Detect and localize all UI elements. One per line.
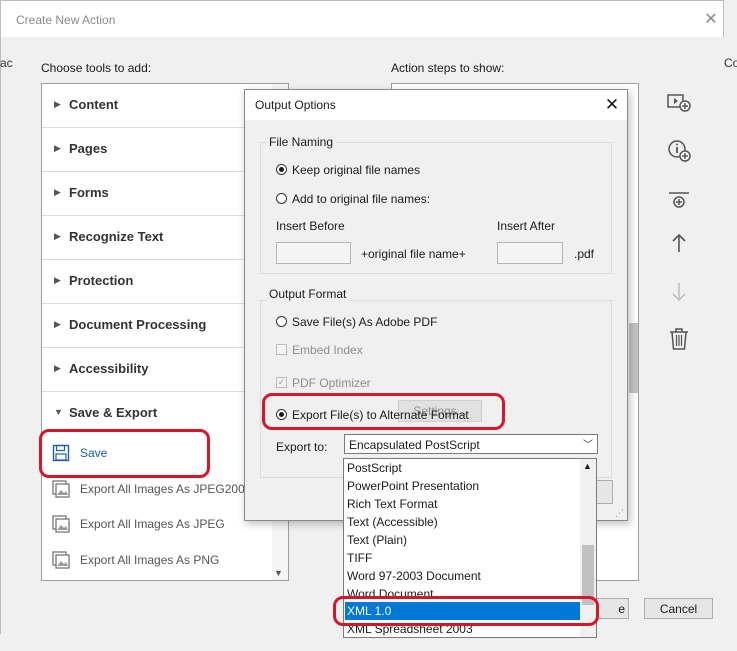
- add-divider-icon[interactable]: [665, 186, 693, 214]
- pdf-optimizer-checkbox: ✓: [276, 377, 287, 388]
- annotation-save-highlight: [39, 429, 210, 478]
- category-document-processing[interactable]: ▶ Document Processing: [42, 304, 274, 348]
- extension-text: .pdf: [574, 247, 595, 261]
- output-format-title: Output Format: [267, 287, 349, 301]
- tool-label: Export All Images As PNG: [80, 553, 220, 567]
- category-forms[interactable]: ▶ Forms: [42, 172, 274, 216]
- cancel-button[interactable]: Cancel: [644, 598, 713, 619]
- insert-after-field[interactable]: [497, 242, 563, 264]
- output-options-dialog: Output Options ✕ File Naming Keep origin…: [244, 89, 628, 521]
- export-images-icon: [52, 515, 70, 533]
- category-label: Accessibility: [69, 361, 149, 376]
- window-title: Create New Action: [16, 13, 116, 27]
- pdf-optimizer-label: PDF Optimizer: [292, 376, 371, 390]
- category-pages[interactable]: ▶ Pages: [42, 128, 274, 172]
- insert-after-label: Insert After: [497, 219, 556, 233]
- category-label: Recognize Text: [69, 229, 164, 244]
- dropdown-option[interactable]: Word 97-2003 Document: [345, 567, 580, 585]
- dropdown-option[interactable]: Text (Plain): [345, 531, 580, 549]
- chevron-right-icon: ▶: [54, 187, 61, 197]
- export-images-icon: [52, 480, 70, 498]
- chevron-down-icon[interactable]: ﹀: [583, 436, 593, 451]
- export-to-label: Export to:: [276, 440, 328, 454]
- add-to-original-radio[interactable]: [276, 193, 287, 204]
- embed-index-label: Embed Index: [292, 343, 363, 357]
- insert-before-field[interactable]: [276, 242, 351, 264]
- resize-grip-icon[interactable]: ⋰: [615, 508, 624, 519]
- dropdown-option[interactable]: Rich Text Format: [345, 495, 580, 513]
- choose-tools-label: Choose tools to add:: [41, 61, 152, 75]
- insert-step-icon[interactable]: [665, 89, 693, 117]
- category-label: Save & Export: [69, 405, 158, 420]
- chevron-right-icon: ▶: [54, 231, 61, 241]
- chevron-right-icon: ▶: [54, 275, 61, 285]
- original-file-name-text: +original file name+: [361, 247, 466, 261]
- category-label: Content: [69, 97, 119, 112]
- category-label: Forms: [69, 185, 109, 200]
- dropdown-option[interactable]: PostScript: [345, 459, 580, 477]
- background-text-left: ac: [0, 56, 13, 70]
- scroll-down-icon[interactable]: ▼: [274, 568, 283, 578]
- tool-label: Export All Images As JPEG2000: [80, 482, 252, 496]
- keep-original-label[interactable]: Keep original file names: [292, 163, 420, 177]
- annotation-export-highlight: [262, 393, 505, 430]
- tool-label: Export All Images As JPEG: [80, 517, 225, 531]
- dropdown-option[interactable]: TIFF: [345, 549, 580, 567]
- insert-before-label: Insert Before: [276, 219, 345, 233]
- category-label: Document Processing: [69, 317, 207, 332]
- steps-scrollbar-thumb[interactable]: [629, 323, 638, 393]
- export-images-icon: [52, 551, 70, 569]
- tool-export-png[interactable]: Export All Images As PNG: [42, 543, 274, 577]
- file-naming-title: File Naming: [267, 135, 336, 149]
- annotation-xml-highlight: [333, 596, 599, 626]
- keep-original-radio[interactable]: [276, 164, 287, 175]
- scroll-up-icon[interactable]: ▲: [583, 461, 592, 471]
- category-content[interactable]: ▶ Content: [42, 84, 274, 128]
- chevron-right-icon: ▶: [54, 319, 61, 329]
- background-text-right: Co: [724, 56, 737, 70]
- export-format-value: Encapsulated PostScript: [349, 438, 480, 452]
- category-recognize-text[interactable]: ▶ Recognize Text: [42, 216, 274, 260]
- instruction-icon[interactable]: [665, 137, 693, 165]
- dialog-title: Output Options: [255, 98, 336, 112]
- add-to-original-label[interactable]: Add to original file names:: [292, 192, 430, 206]
- close-icon[interactable]: ✕: [601, 94, 623, 116]
- tool-export-jpeg[interactable]: Export All Images As JPEG: [42, 507, 274, 541]
- chevron-right-icon: ▶: [54, 363, 61, 373]
- chevron-right-icon: ▶: [54, 143, 61, 153]
- export-format-select[interactable]: Encapsulated PostScript ﹀: [344, 434, 598, 454]
- chevron-right-icon: ▶: [54, 99, 61, 109]
- save-as-pdf-label[interactable]: Save File(s) As Adobe PDF: [292, 315, 437, 329]
- category-accessibility[interactable]: ▶ Accessibility: [42, 348, 274, 392]
- dropdown-option[interactable]: Text (Accessible): [345, 513, 580, 531]
- category-label: Pages: [69, 141, 108, 156]
- category-label: Protection: [69, 273, 134, 288]
- close-icon[interactable]: ✕: [701, 10, 721, 30]
- dropdown-option[interactable]: PowerPoint Presentation: [345, 477, 580, 495]
- chevron-down-icon: ▼: [54, 407, 63, 417]
- embed-index-checkbox: [276, 344, 287, 355]
- category-protection[interactable]: ▶ Protection: [42, 260, 274, 304]
- action-steps-label: Action steps to show:: [391, 61, 505, 75]
- move-up-icon[interactable]: [665, 230, 693, 258]
- delete-icon[interactable]: [665, 325, 693, 353]
- move-down-icon: [672, 283, 686, 302]
- save-as-pdf-radio[interactable]: [276, 316, 287, 327]
